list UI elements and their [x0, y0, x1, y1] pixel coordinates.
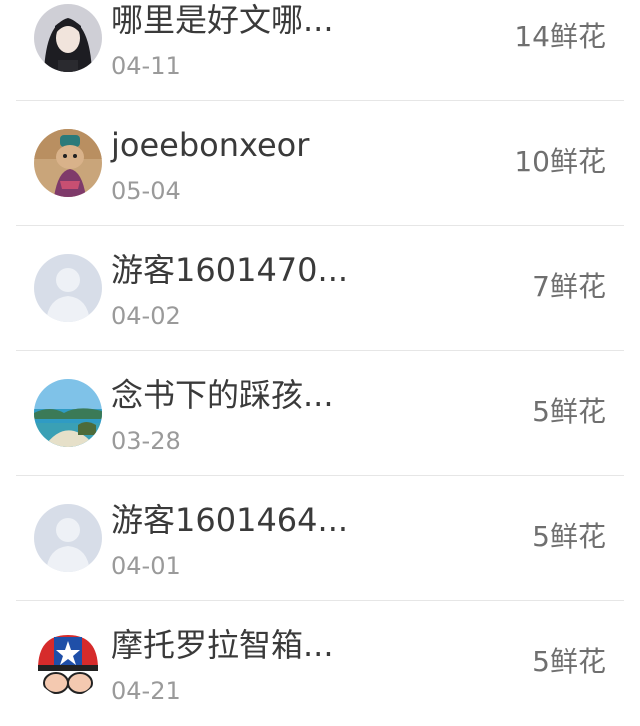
- flower-count: 5鲜花: [532, 395, 606, 428]
- flower-ranking-list: 哪里是好文哪... 04-11 14鲜花 joeebonxeor 05-04 1…: [0, 0, 640, 725]
- list-item[interactable]: 游客1601470... 04-02 7鲜花: [16, 226, 624, 351]
- date-label: 04-21: [111, 677, 181, 705]
- flower-count: 7鲜花: [532, 270, 606, 303]
- date-label: 05-04: [111, 177, 181, 205]
- avatar-default-person-icon[interactable]: [34, 504, 102, 572]
- user-name[interactable]: 念书下的踩孩...: [111, 377, 334, 413]
- list-item[interactable]: joeebonxeor 05-04 10鲜花: [16, 101, 624, 226]
- list-item[interactable]: 哪里是好文哪... 04-11 14鲜花: [16, 0, 624, 101]
- flower-count: 5鲜花: [532, 645, 606, 678]
- list-item[interactable]: 游客1601464... 04-01 5鲜花: [16, 476, 624, 601]
- user-name[interactable]: 游客1601470...: [111, 252, 348, 288]
- date-label: 03-28: [111, 427, 181, 455]
- list-item[interactable]: 摩托罗拉智箱... 04-21 5鲜花: [16, 601, 624, 726]
- list-item[interactable]: 念书下的踩孩... 03-28 5鲜花: [16, 351, 624, 476]
- flower-count: 10鲜花: [514, 145, 606, 178]
- flower-count: 5鲜花: [532, 520, 606, 553]
- flower-count: 14鲜花: [514, 20, 606, 53]
- avatar-cat-costume-icon[interactable]: [34, 129, 102, 197]
- user-name[interactable]: 哪里是好文哪...: [111, 2, 334, 38]
- avatar-captain-star-cartoon-icon[interactable]: [34, 629, 102, 697]
- avatar-girl-dark-hair-icon[interactable]: [34, 4, 102, 72]
- user-name[interactable]: 游客1601464...: [111, 502, 348, 538]
- avatar-seaside-landscape-icon[interactable]: [34, 379, 102, 447]
- user-name[interactable]: joeebonxeor: [111, 127, 309, 163]
- avatar-default-person-icon[interactable]: [34, 254, 102, 322]
- date-label: 04-02: [111, 302, 181, 330]
- date-label: 04-11: [111, 52, 181, 80]
- user-name[interactable]: 摩托罗拉智箱...: [111, 627, 334, 663]
- date-label: 04-01: [111, 552, 181, 580]
